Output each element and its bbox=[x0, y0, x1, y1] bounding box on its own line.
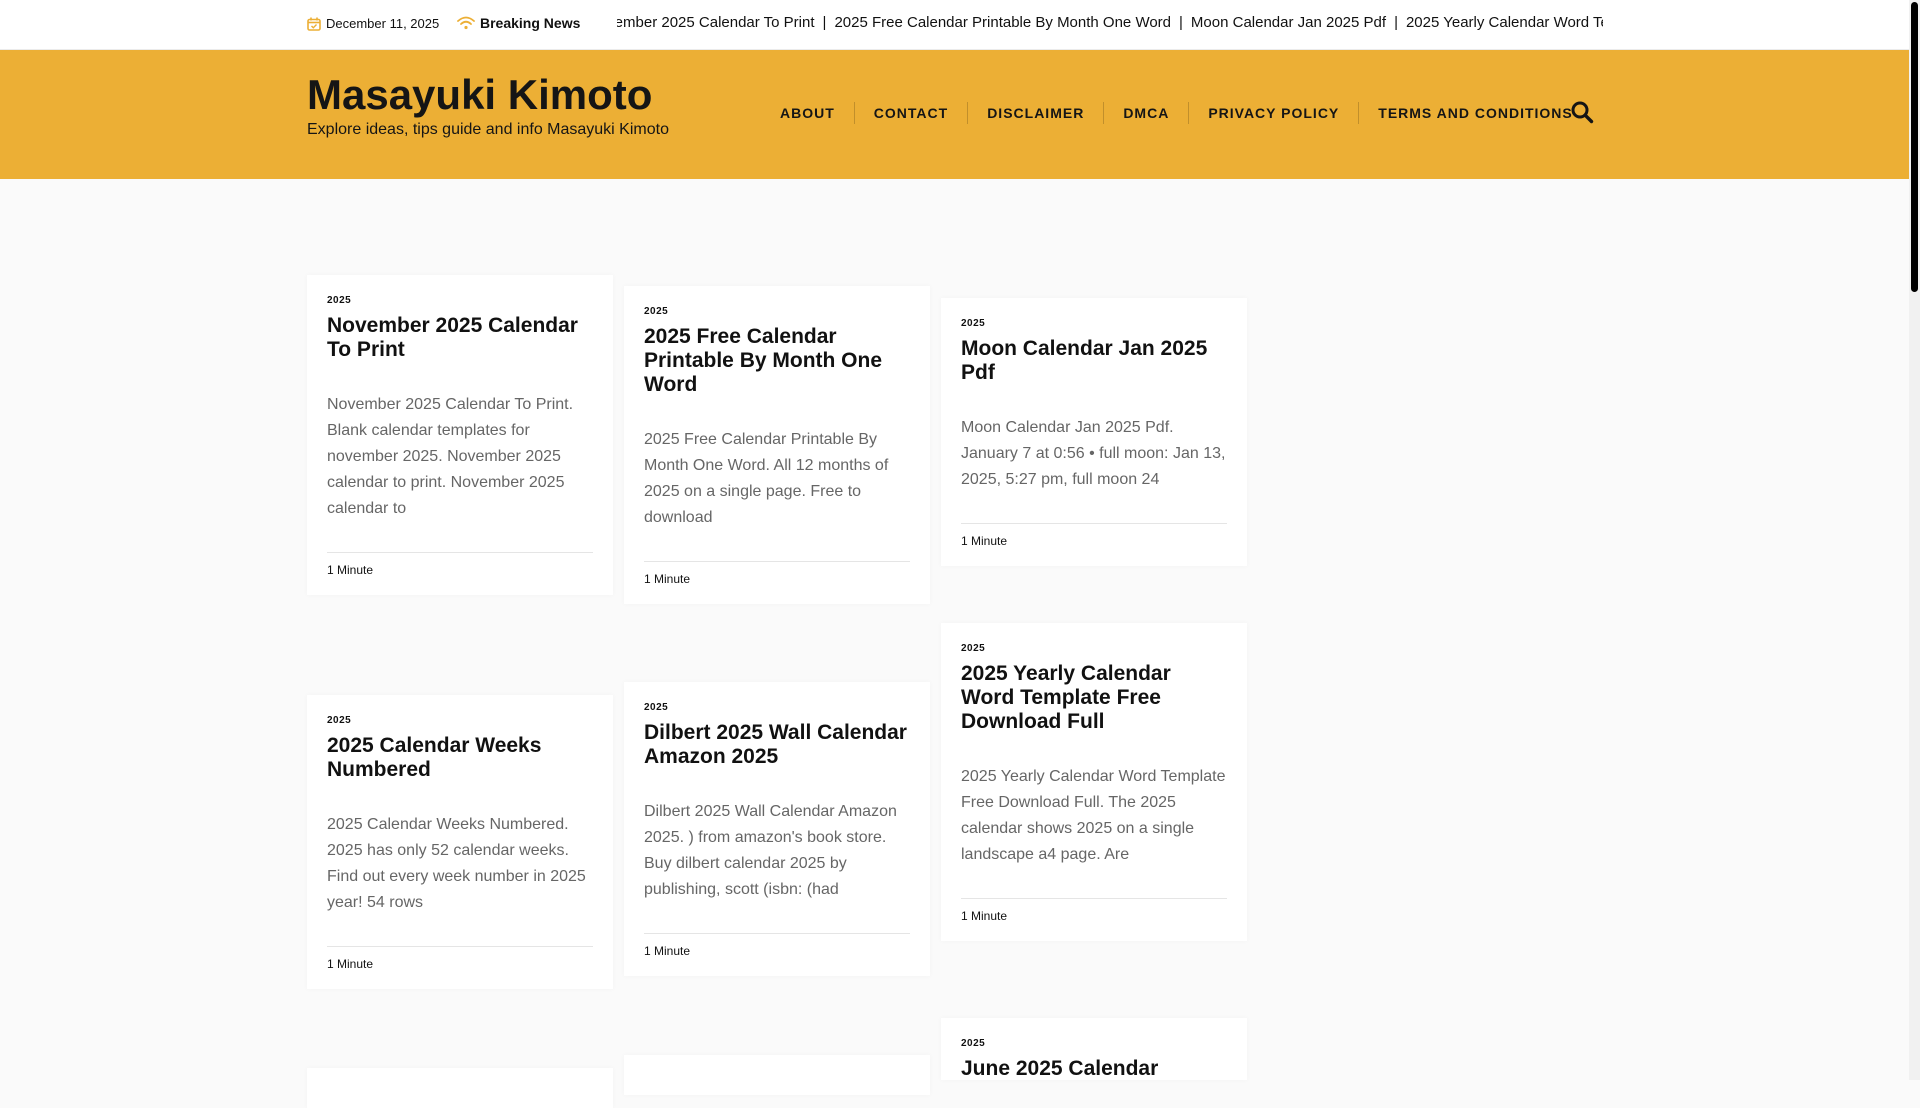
nav-about[interactable]: ABOUT bbox=[764, 102, 854, 124]
post-excerpt: 2025 Calendar Weeks Numbered. 2025 has o… bbox=[327, 816, 586, 911]
ticker-separator: | bbox=[1394, 14, 1398, 31]
post-title[interactable]: June 2025 Calendar bbox=[961, 1057, 1227, 1080]
top-bar: December 11, 2025 Breaking News November… bbox=[0, 0, 1909, 50]
post-title[interactable]: Moon Calendar Jan 2025 Pdf bbox=[961, 337, 1227, 385]
nav-contact[interactable]: CONTACT bbox=[853, 102, 967, 124]
post-excerpt: November 2025 Calendar To Print. Blank c… bbox=[327, 396, 574, 517]
nav-terms-and-conditions[interactable]: TERMS AND CONDITIONS bbox=[1358, 102, 1591, 124]
read-time: 1 Minute bbox=[961, 523, 1227, 566]
post-title[interactable]: 2025 Free Calendar Printable By Month On… bbox=[644, 325, 910, 397]
nav-privacy-policy[interactable]: PRIVACY POLICY bbox=[1188, 102, 1358, 124]
current-date: December 11, 2025 bbox=[307, 16, 439, 31]
post-card: 2025 2025 Calendar Weeks Numbered 2025 C… bbox=[307, 695, 613, 989]
site-header: Masayuki Kimoto Explore ideas, tips guid… bbox=[0, 50, 1909, 179]
nav-dmca[interactable]: DMCA bbox=[1103, 102, 1188, 124]
post-category[interactable]: 2025 bbox=[961, 643, 1227, 654]
post-title[interactable]: 2025 Calendar Weeks Numbered bbox=[327, 734, 593, 782]
main-nav: ABOUT CONTACT DISCLAIMER DMCA PRIVACY PO… bbox=[764, 102, 1592, 124]
site-tagline: Explore ideas, tips guide and info Masay… bbox=[307, 121, 669, 138]
breaking-news-label: Breaking News bbox=[457, 15, 580, 31]
wifi-icon bbox=[457, 16, 475, 30]
post-card: 2025 November 2025 Calendar To Print Nov… bbox=[307, 275, 613, 595]
post-card: 2025 June 2025 Calendar bbox=[941, 1018, 1247, 1080]
post-category[interactable]: 2025 bbox=[961, 318, 1227, 329]
read-time: 1 Minute bbox=[644, 933, 910, 976]
post-card: 2025 2025 Yearly Calendar Word Template … bbox=[941, 623, 1247, 941]
post-card: 2025 Moon Calendar Jan 2025 Pdf Moon Cal… bbox=[941, 298, 1247, 566]
date-text: December 11, 2025 bbox=[326, 16, 440, 31]
read-time: 1 Minute bbox=[961, 898, 1227, 941]
post-card: 2025 2025 Free Calendar Printable By Mon… bbox=[624, 286, 930, 604]
ticker-separator: | bbox=[1179, 14, 1183, 31]
ticker-track: November 2025 Calendar To Print | 2025 Fre… bbox=[617, 14, 1603, 31]
post-category[interactable]: 2025 bbox=[327, 715, 593, 726]
read-time: 1 Minute bbox=[327, 946, 593, 989]
post-card: 2025 Dilbert 2025 Wall Calendar Amazon 2… bbox=[624, 682, 930, 976]
news-ticker: November 2025 Calendar To Print | 2025 Fre… bbox=[617, 12, 1603, 36]
breaking-news-text: Breaking News bbox=[480, 15, 581, 31]
nav-disclaimer[interactable]: DISCLAIMER bbox=[967, 102, 1103, 124]
ticker-separator: | bbox=[822, 14, 827, 31]
post-category[interactable]: 2025 bbox=[327, 295, 593, 306]
ticker-link[interactable]: Moon Calendar Jan 2025 Pdf bbox=[1191, 14, 1386, 31]
post-card bbox=[624, 1055, 930, 1095]
site-title[interactable]: Masayuki Kimoto bbox=[307, 71, 652, 119]
post-excerpt: 2025 Yearly Calendar Word Template Free … bbox=[961, 768, 1226, 863]
post-category[interactable]: 2025 bbox=[644, 306, 910, 317]
post-card bbox=[307, 1068, 613, 1108]
post-title[interactable]: Dilbert 2025 Wall Calendar Amazon 2025 bbox=[644, 721, 910, 769]
read-time: 1 Minute bbox=[327, 552, 593, 595]
ticker-link[interactable]: 2025 Free Calendar Printable By Month On… bbox=[834, 14, 1171, 31]
post-category[interactable]: 2025 bbox=[961, 1038, 1227, 1049]
ticker-link[interactable]: November 2025 Calendar To Print bbox=[617, 14, 815, 31]
scrollbar-thumb[interactable] bbox=[1911, 2, 1918, 292]
post-excerpt: Moon Calendar Jan 2025 Pdf. January 7 at… bbox=[961, 419, 1226, 488]
read-time: 1 Minute bbox=[644, 561, 910, 604]
post-excerpt: 2025 Free Calendar Printable By Month On… bbox=[644, 431, 889, 526]
post-title[interactable]: November 2025 Calendar To Print bbox=[327, 314, 593, 362]
post-title[interactable]: 2025 Yearly Calendar Word Template Free … bbox=[961, 662, 1227, 734]
post-category[interactable]: 2025 bbox=[644, 702, 910, 713]
search-icon bbox=[1571, 101, 1594, 124]
top-bar-inner: December 11, 2025 Breaking News November… bbox=[307, 0, 1603, 49]
calendar-icon bbox=[307, 17, 321, 31]
post-excerpt: Dilbert 2025 Wall Calendar Amazon 2025. … bbox=[644, 803, 897, 898]
scrollbar[interactable] bbox=[1909, 0, 1920, 1080]
ticker-link[interactable]: 2025 Yearly Calendar Word Template Free … bbox=[1406, 14, 1603, 31]
search-button[interactable] bbox=[1570, 100, 1594, 129]
